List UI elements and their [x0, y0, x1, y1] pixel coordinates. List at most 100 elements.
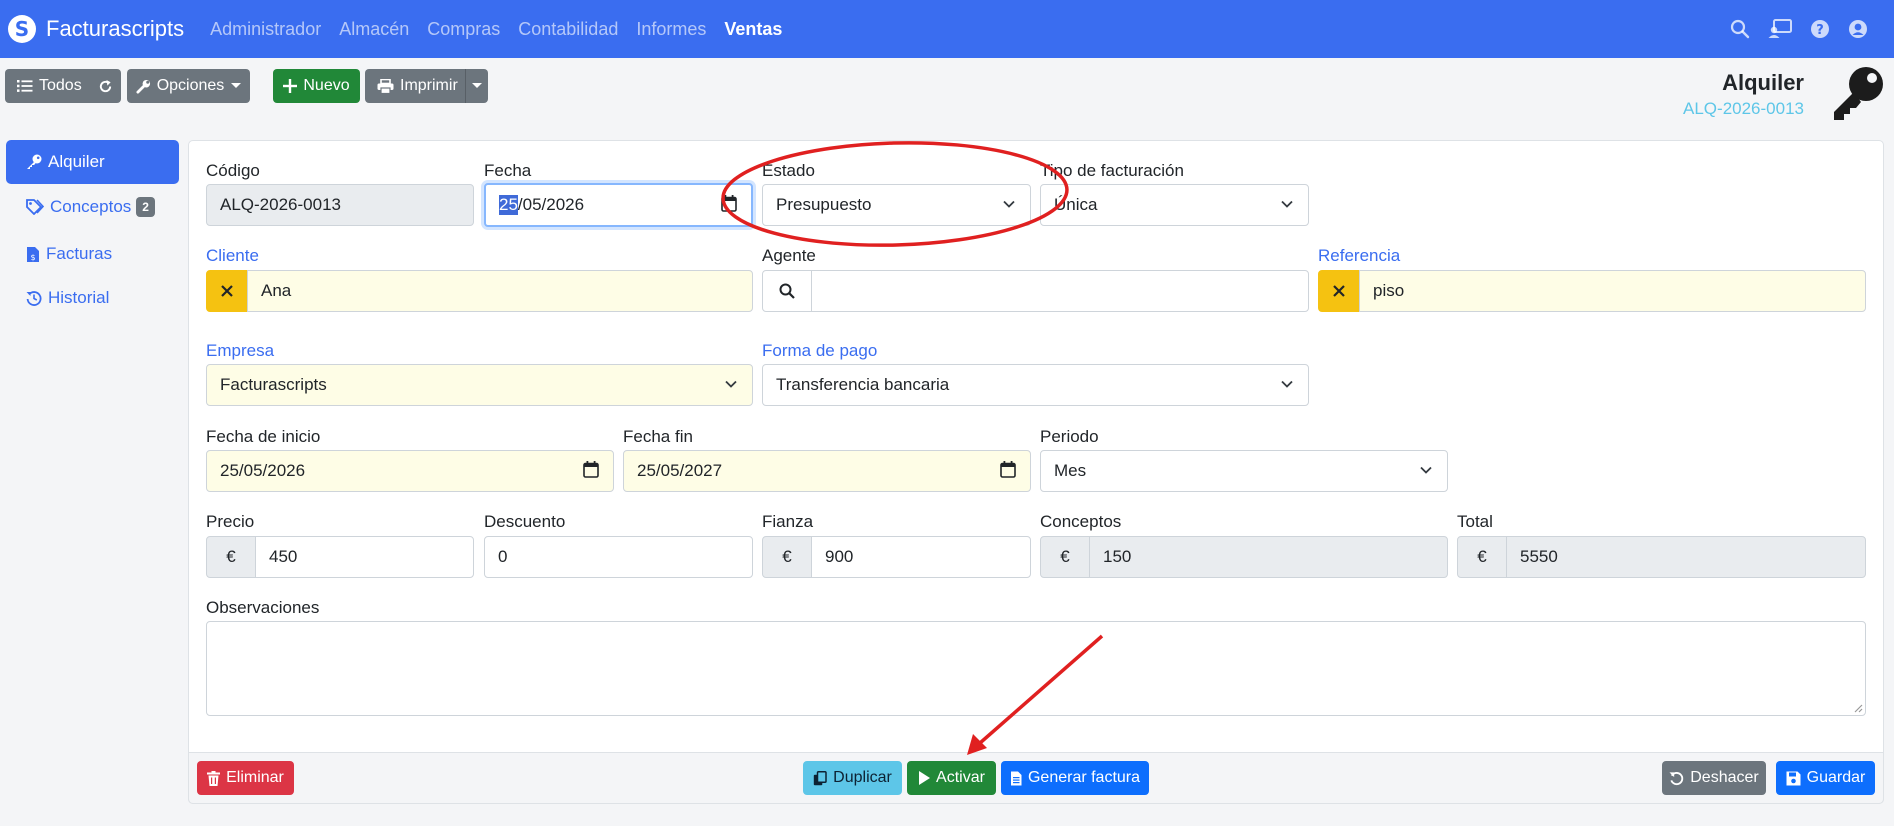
printer-icon: [377, 78, 394, 94]
sidebar-item-conceptos[interactable]: Conceptos 2: [6, 185, 179, 229]
estado-select[interactable]: Presupuesto: [762, 184, 1031, 226]
sidebar-item-label: Facturas: [46, 244, 113, 263]
currency-addon: €: [206, 536, 256, 578]
inicio-label: Fecha de inicio: [206, 427, 321, 446]
resize-handle-icon[interactable]: [1853, 703, 1863, 713]
history-icon: [26, 291, 42, 306]
conceptos-total-field[interactable]: 150: [1089, 536, 1448, 578]
descuento-field[interactable]: 0: [484, 536, 753, 578]
calendar-icon[interactable]: [1000, 461, 1016, 478]
undo-button[interactable]: Deshacer: [1662, 761, 1766, 795]
search-agente-button[interactable]: [762, 270, 812, 312]
save-button[interactable]: Guardar: [1776, 761, 1875, 795]
currency-addon: €: [1457, 536, 1507, 578]
sidebar-item-facturas[interactable]: $ Facturas: [6, 232, 179, 276]
fecha-day-selected: 25: [499, 195, 518, 215]
delete-button[interactable]: Eliminar: [197, 761, 294, 795]
svg-text:?: ?: [1816, 23, 1824, 38]
caret-down-icon: [231, 83, 242, 88]
activate-button[interactable]: Activar: [907, 761, 996, 795]
notifications-icon[interactable]: [1768, 19, 1792, 39]
menu-compras[interactable]: Compras: [427, 19, 500, 40]
menu-almacen[interactable]: Almacén: [339, 19, 409, 40]
top-navbar: S Facturascripts Administrador Almacén C…: [0, 0, 1894, 58]
trash-icon: [207, 770, 221, 786]
fecha-fin-field[interactable]: 25/05/2027: [623, 450, 1031, 492]
conceptos-label: Conceptos: [1040, 512, 1122, 531]
fecha-rest: /05/2026: [517, 195, 585, 214]
duplicate-button[interactable]: Duplicar: [803, 761, 902, 795]
total-field[interactable]: 5550: [1506, 536, 1866, 578]
sidebar-item-alquiler[interactable]: Alquiler: [6, 140, 179, 184]
currency-addon: €: [1040, 536, 1090, 578]
sidebar-item-historial[interactable]: Historial: [6, 276, 179, 320]
menu-administrador[interactable]: Administrador: [210, 19, 321, 40]
menu-ventas[interactable]: Ventas: [724, 19, 782, 40]
referencia-field[interactable]: piso: [1359, 270, 1866, 312]
cliente-field[interactable]: Ana: [247, 270, 753, 312]
fecha-inicio-field[interactable]: 25/05/2026: [206, 450, 614, 492]
currency-addon: €: [762, 536, 812, 578]
periodo-select[interactable]: Mes: [1040, 450, 1448, 492]
agente-field[interactable]: [811, 270, 1309, 312]
sidebar-item-label: Alquiler: [48, 152, 105, 171]
search-icon[interactable]: [1730, 19, 1750, 39]
count-badge: 2: [136, 197, 155, 217]
plus-icon: [283, 79, 298, 93]
fecha-label: Fecha: [484, 161, 532, 180]
sidebar-item-label: Conceptos: [50, 197, 132, 216]
fianza-field[interactable]: 900: [811, 536, 1031, 578]
codigo-field[interactable]: ALQ-2026-0013: [206, 184, 474, 226]
agente-label: Agente: [762, 246, 816, 265]
estado-label: Estado: [762, 161, 815, 180]
wrench-icon: [136, 79, 150, 94]
key-icon: [1834, 67, 1883, 120]
save-label: Guardar: [1806, 769, 1866, 786]
formapago-select[interactable]: Transferencia bancaria: [762, 364, 1309, 406]
cliente-label[interactable]: Cliente: [206, 246, 259, 266]
calendar-icon[interactable]: [583, 461, 599, 478]
brand-logo-icon: S: [8, 15, 36, 43]
descuento-label: Descuento: [484, 512, 566, 531]
all-label: Todos: [39, 77, 82, 94]
tipo-select[interactable]: Única: [1040, 184, 1309, 226]
observaciones-textarea[interactable]: [206, 621, 1866, 716]
formapago-label[interactable]: Forma de pago: [762, 341, 877, 361]
svg-text:$: $: [30, 253, 35, 262]
all-button[interactable]: Todos: [5, 69, 121, 103]
split-divider: [465, 69, 466, 103]
activate-label: Activar: [936, 769, 985, 786]
referencia-label[interactable]: Referencia: [1318, 246, 1400, 266]
chevron-down-icon: [1003, 200, 1015, 208]
page-title: Alquiler: [1722, 70, 1804, 95]
clear-cliente-button[interactable]: [206, 270, 248, 312]
print-button[interactable]: Imprimir: [365, 69, 488, 103]
menu-contabilidad[interactable]: Contabilidad: [518, 19, 618, 40]
options-label: Opciones: [156, 77, 225, 94]
tags-icon: [26, 199, 44, 215]
print-caret-icon[interactable]: [472, 83, 482, 89]
generate-invoice-button[interactable]: Generar factura: [1001, 761, 1149, 795]
clear-referencia-button[interactable]: [1318, 270, 1360, 312]
calendar-icon[interactable]: [721, 195, 737, 212]
empresa-select[interactable]: Facturascripts: [206, 364, 753, 406]
precio-label: Precio: [206, 512, 255, 531]
chevron-down-icon: [725, 380, 737, 388]
fecha-field[interactable]: 25/05/2026: [484, 183, 753, 227]
precio-field[interactable]: 450: [255, 536, 474, 578]
new-label: Nuevo: [303, 77, 350, 94]
empresa-label[interactable]: Empresa: [206, 341, 274, 361]
user-icon[interactable]: [1848, 19, 1868, 39]
close-icon: [221, 285, 233, 297]
delete-label: Eliminar: [226, 769, 284, 786]
options-button[interactable]: Opciones: [127, 69, 250, 103]
new-button[interactable]: Nuevo: [273, 69, 360, 103]
refresh-icon[interactable]: [98, 79, 113, 94]
menu-informes[interactable]: Informes: [636, 19, 706, 40]
observaciones-label: Observaciones: [206, 598, 320, 617]
chevron-down-icon: [1281, 380, 1293, 388]
save-icon: [1786, 771, 1801, 785]
list-icon: [17, 80, 33, 92]
help-icon[interactable]: ?: [1810, 19, 1830, 39]
brand[interactable]: S Facturascripts: [8, 15, 184, 43]
